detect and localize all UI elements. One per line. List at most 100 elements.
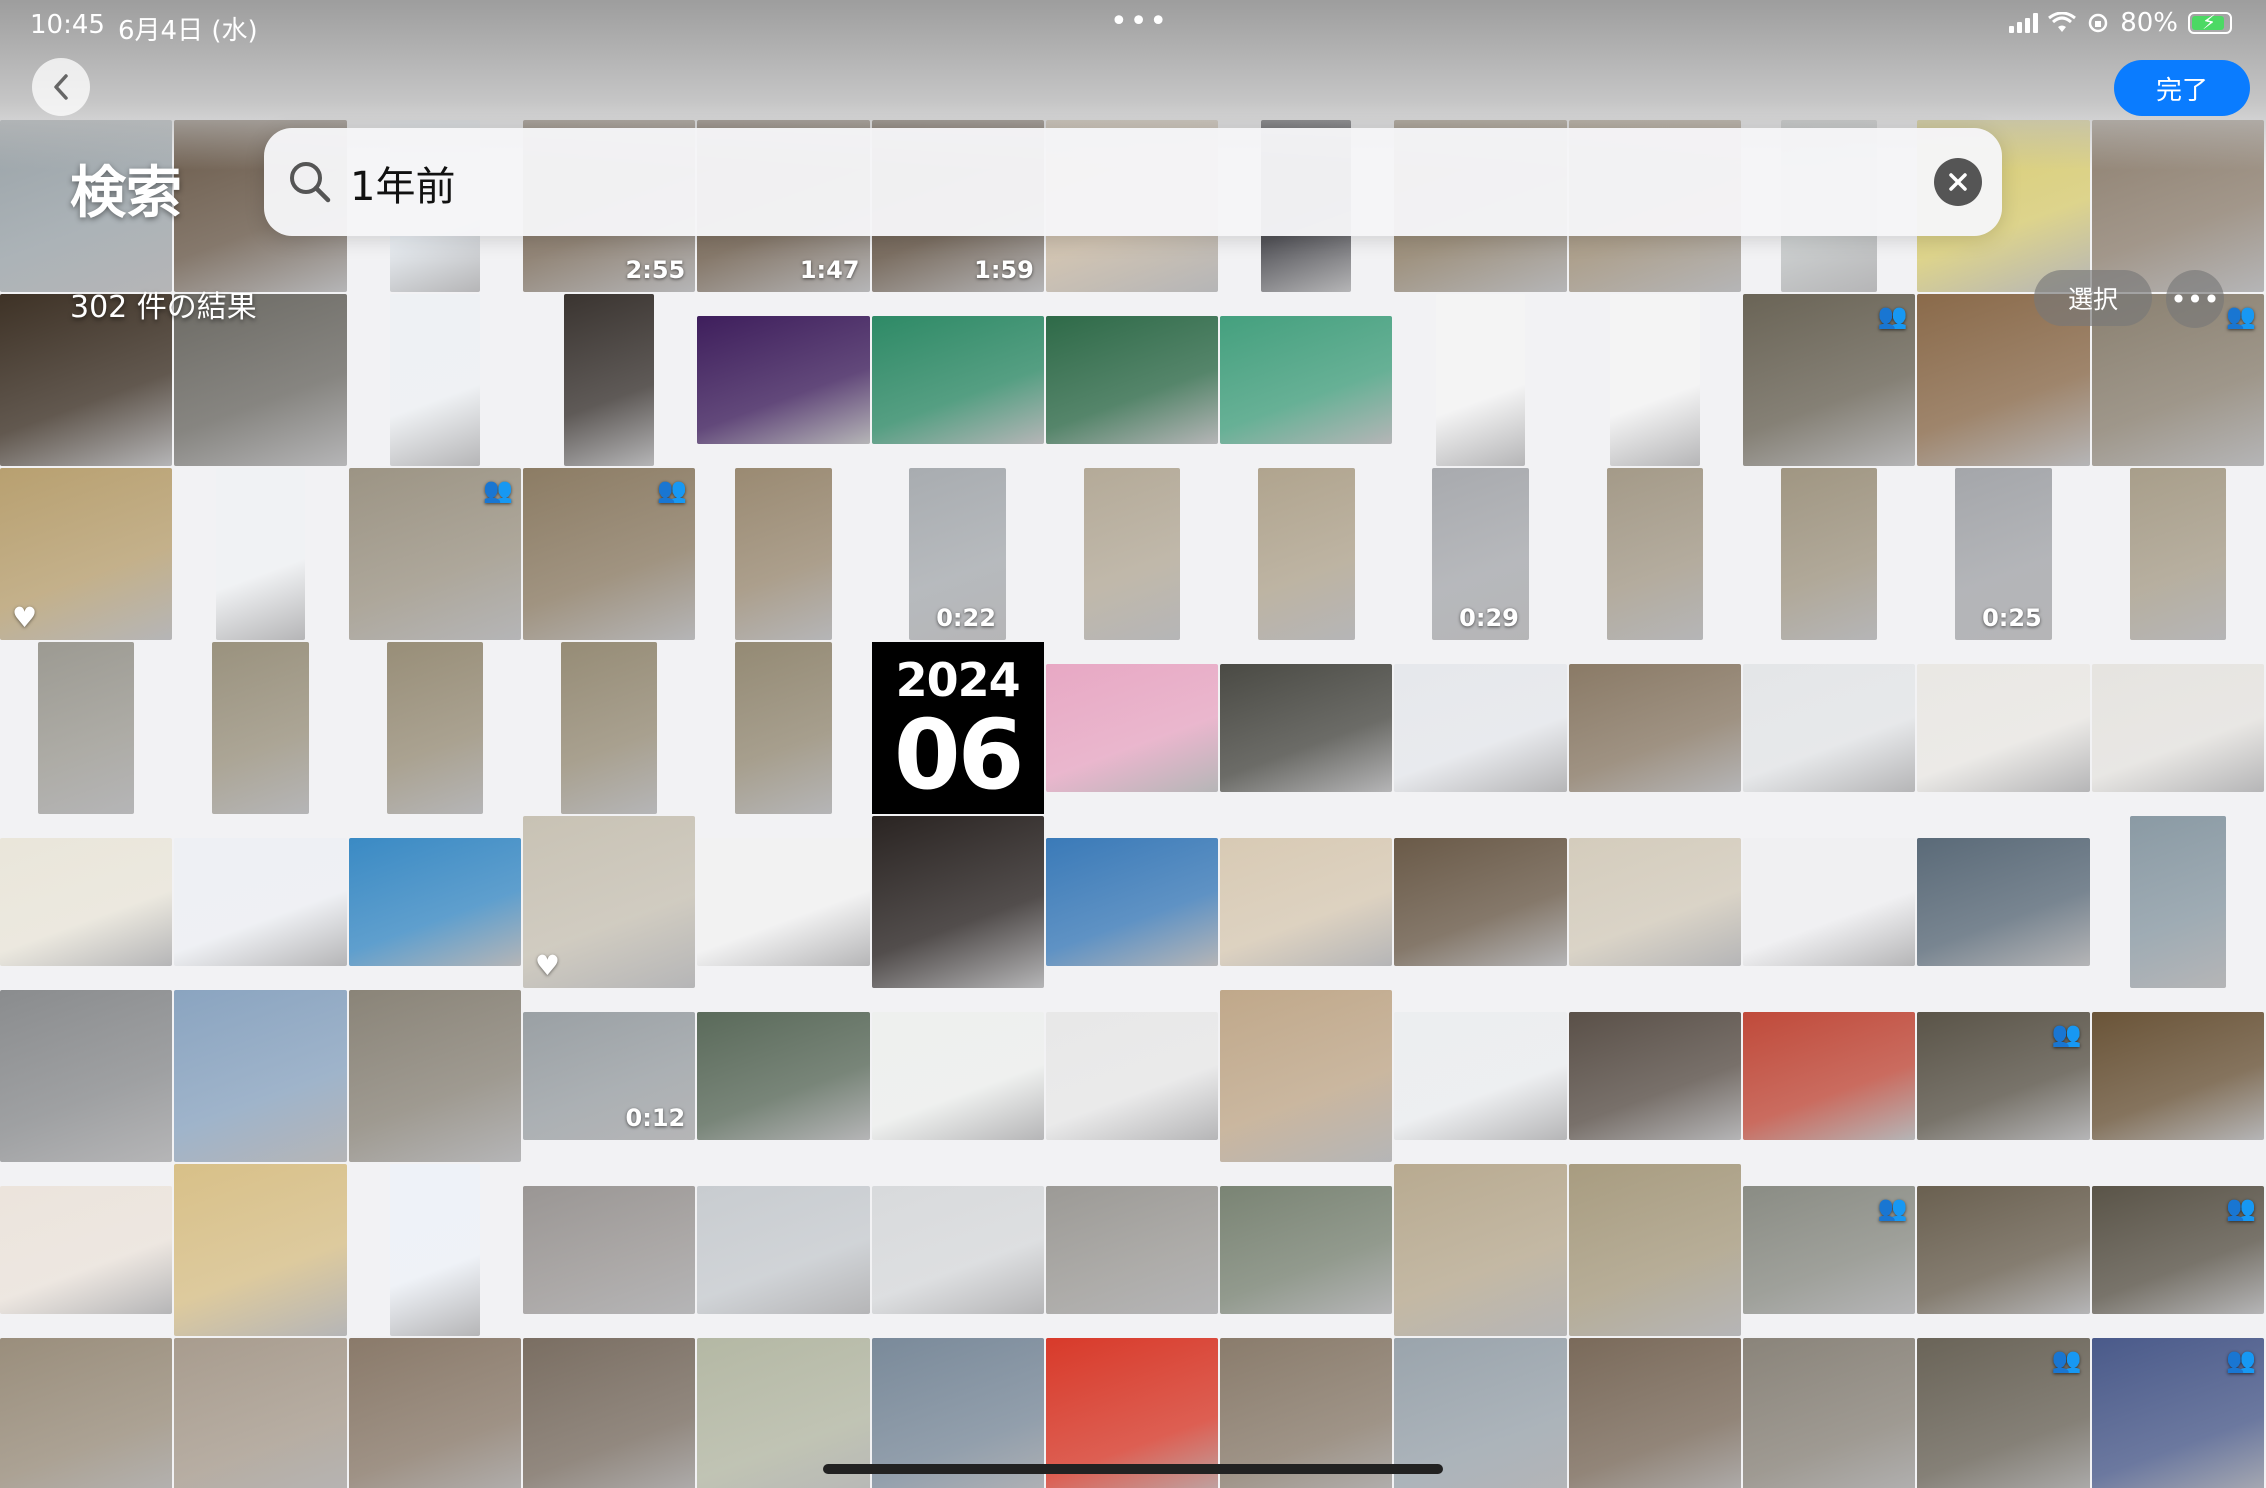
- photo-cell[interactable]: [697, 1164, 870, 1336]
- photo-cell[interactable]: [174, 816, 347, 988]
- more-options-button[interactable]: •••: [2166, 270, 2224, 328]
- photo-thumbnail[interactable]: [174, 1338, 347, 1488]
- photo-cell[interactable]: 👥: [348, 468, 521, 640]
- photo-thumbnail[interactable]: ♥: [0, 468, 173, 640]
- photo-cell[interactable]: [348, 1338, 521, 1488]
- photo-thumbnail[interactable]: 👥: [2091, 1186, 2264, 1314]
- video-thumbnail[interactable]: 0:22: [909, 468, 1006, 640]
- photo-cell[interactable]: [0, 990, 173, 1162]
- photo-thumbnail[interactable]: [522, 1186, 696, 1314]
- photo-cell[interactable]: [522, 1338, 696, 1488]
- photo-thumbnail[interactable]: [1435, 294, 1526, 466]
- photo-cell[interactable]: [697, 468, 869, 640]
- photo-cell[interactable]: [174, 990, 347, 1162]
- photo-cell[interactable]: [2092, 468, 2264, 640]
- photo-thumbnail[interactable]: [1220, 1186, 1393, 1314]
- photo-cell[interactable]: ♥: [522, 816, 696, 988]
- photo-cell[interactable]: 👥: [522, 468, 696, 640]
- photo-cell[interactable]: 👥: [2091, 1338, 2264, 1488]
- back-button[interactable]: [32, 58, 90, 116]
- photo-thumbnail[interactable]: [174, 838, 347, 966]
- photo-cell[interactable]: [1743, 990, 1916, 1162]
- photo-thumbnail[interactable]: [871, 316, 1044, 444]
- photo-thumbnail[interactable]: [697, 316, 870, 444]
- photo-thumbnail[interactable]: [174, 990, 347, 1162]
- photo-cell[interactable]: 👥: [1743, 294, 1916, 466]
- photo-cell[interactable]: [522, 1164, 696, 1336]
- photo-thumbnail[interactable]: [1568, 1338, 1742, 1488]
- photo-cell[interactable]: [523, 294, 695, 466]
- photo-thumbnail[interactable]: [1394, 1012, 1567, 1140]
- photo-thumbnail[interactable]: [1258, 468, 1355, 640]
- photo-thumbnail[interactable]: [348, 838, 521, 966]
- photo-thumbnail[interactable]: [697, 1012, 870, 1140]
- photo-cell[interactable]: [1568, 642, 1742, 814]
- photo-thumbnail[interactable]: [1568, 664, 1742, 792]
- photo-cell[interactable]: [1743, 1338, 1916, 1488]
- photo-thumbnail[interactable]: [522, 1338, 696, 1488]
- photo-thumbnail[interactable]: [1743, 1012, 1916, 1140]
- photo-thumbnail[interactable]: ♥: [522, 816, 696, 988]
- photo-thumbnail[interactable]: [1045, 664, 1219, 792]
- photo-cell[interactable]: [1220, 468, 1392, 640]
- photo-cell[interactable]: [1569, 468, 1741, 640]
- photo-cell[interactable]: [348, 990, 521, 1162]
- photo-cell[interactable]: [871, 990, 1044, 1162]
- photo-cell[interactable]: [523, 642, 695, 814]
- photo-thumbnail[interactable]: [386, 642, 483, 814]
- photo-cell[interactable]: [697, 990, 870, 1162]
- photo-cell[interactable]: [1917, 642, 2090, 814]
- photo-thumbnail[interactable]: [0, 1338, 173, 1488]
- photo-cell[interactable]: 2024 06: [871, 642, 1044, 814]
- photo-cell[interactable]: [349, 1164, 521, 1336]
- photo-thumbnail[interactable]: [2129, 468, 2227, 640]
- year-month-tile[interactable]: 2024 06: [871, 642, 1044, 814]
- photo-cell[interactable]: [0, 1164, 173, 1336]
- photo-cell[interactable]: [174, 642, 346, 814]
- photo-cell[interactable]: [1045, 642, 1219, 814]
- photo-cell[interactable]: 0:12: [522, 990, 696, 1162]
- photo-cell[interactable]: [1568, 1164, 1742, 1336]
- photo-thumbnail[interactable]: [0, 838, 173, 966]
- photo-thumbnail[interactable]: 👥: [1743, 294, 1916, 466]
- photo-thumbnail[interactable]: [871, 816, 1044, 988]
- photo-cell[interactable]: [1743, 816, 1916, 988]
- photo-cell[interactable]: [348, 816, 521, 988]
- photo-thumbnail[interactable]: [1045, 838, 1219, 966]
- photo-thumbnail[interactable]: [0, 1186, 173, 1314]
- photo-cell[interactable]: [697, 294, 870, 466]
- photo-thumbnail[interactable]: [697, 1186, 870, 1314]
- photo-thumbnail[interactable]: [697, 838, 870, 966]
- photo-cell[interactable]: [871, 816, 1044, 988]
- search-field[interactable]: 1年前: [264, 128, 2002, 236]
- photo-thumbnail[interactable]: [348, 990, 521, 1162]
- photo-cell[interactable]: 👥: [1743, 1164, 1916, 1336]
- photo-thumbnail[interactable]: [1568, 1164, 1742, 1336]
- photo-cell[interactable]: [1046, 468, 1218, 640]
- photo-thumbnail[interactable]: [1220, 316, 1393, 444]
- photo-thumbnail[interactable]: [1394, 1164, 1567, 1336]
- photo-thumbnail[interactable]: [389, 294, 480, 466]
- select-button[interactable]: 選択: [2034, 270, 2152, 326]
- photo-cell[interactable]: 👥: [2091, 1164, 2264, 1336]
- photo-cell[interactable]: [174, 468, 346, 640]
- multitasking-icon[interactable]: •••: [1110, 4, 1169, 39]
- photo-thumbnail[interactable]: [1610, 294, 1700, 466]
- photo-cell[interactable]: [697, 816, 870, 988]
- photo-thumbnail[interactable]: [389, 1164, 480, 1336]
- photo-cell[interactable]: [1220, 816, 1393, 988]
- photo-cell[interactable]: [2091, 642, 2264, 814]
- photo-thumbnail[interactable]: [871, 1012, 1044, 1140]
- photo-cell[interactable]: [1394, 294, 1566, 466]
- photo-cell[interactable]: [1045, 294, 1219, 466]
- photo-cell[interactable]: [1045, 990, 1219, 1162]
- photo-cell[interactable]: [1220, 990, 1393, 1162]
- photo-thumbnail[interactable]: [2129, 816, 2227, 988]
- photo-thumbnail[interactable]: [174, 1164, 347, 1336]
- photo-thumbnail[interactable]: [1220, 664, 1393, 792]
- photo-thumbnail[interactable]: [1045, 1012, 1219, 1140]
- photo-cell[interactable]: [1045, 816, 1219, 988]
- photo-thumbnail[interactable]: 👥: [1917, 1338, 2090, 1488]
- photo-cell[interactable]: [1045, 1164, 1219, 1336]
- photo-thumbnail[interactable]: [1743, 664, 1916, 792]
